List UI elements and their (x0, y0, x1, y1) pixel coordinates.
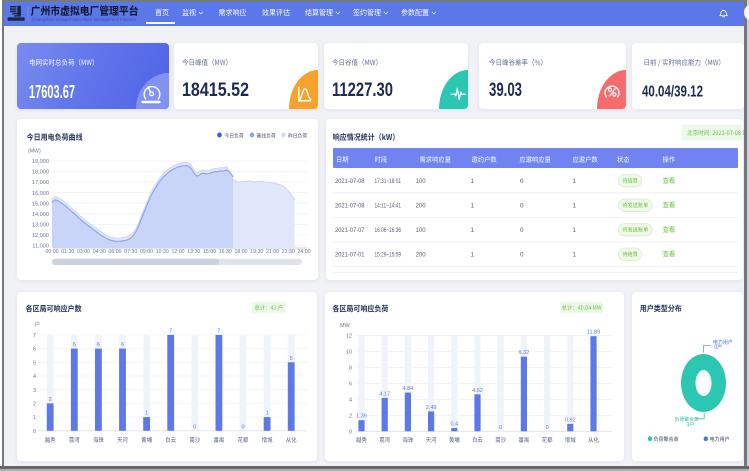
svg-text:1: 1 (573, 227, 577, 234)
svg-text:15:00: 15:00 (203, 249, 216, 255)
svg-text:10: 10 (346, 349, 352, 355)
svg-text:07:30: 07:30 (124, 249, 137, 255)
svg-text:2021-07-01: 2021-07-01 (335, 252, 365, 259)
svg-text:0: 0 (499, 425, 502, 431)
svg-text:12,000: 12,000 (32, 233, 49, 239)
svg-text:100: 100 (416, 178, 426, 185)
svg-text:6: 6 (121, 342, 124, 348)
svg-text:09:00: 09:00 (140, 249, 153, 255)
svg-text:0: 0 (546, 425, 549, 431)
svg-text:0: 0 (349, 429, 352, 435)
svg-text:3: 3 (33, 388, 36, 394)
svg-text:(MW): (MW) (28, 149, 41, 155)
svg-text:Guangzhou Virtual Power Plant: Guangzhou Virtual Power Plant Management… (32, 17, 136, 22)
svg-text:8: 8 (349, 365, 352, 371)
svg-text:14,000: 14,000 (32, 212, 49, 218)
svg-text:1: 1 (573, 252, 577, 259)
svg-text:1: 1 (33, 415, 36, 421)
svg-text:00:00: 00:00 (46, 249, 59, 255)
svg-text:19:30: 19:30 (250, 249, 263, 255)
svg-text:1: 1 (471, 227, 475, 234)
svg-text:12:00: 12:00 (172, 249, 185, 255)
svg-text:4.62: 4.62 (472, 388, 483, 394)
svg-text:1: 1 (573, 178, 577, 185)
svg-text:1: 1 (471, 178, 475, 185)
svg-text:1: 1 (573, 203, 577, 210)
svg-text:1: 1 (471, 203, 475, 210)
svg-text:0: 0 (193, 424, 196, 430)
svg-text:16:30: 16:30 (219, 249, 232, 255)
svg-text:15:29~15:59: 15:29~15:59 (375, 252, 402, 259)
svg-text:0: 0 (520, 252, 524, 259)
svg-text:1.39: 1.39 (356, 414, 367, 420)
svg-text:01:30: 01:30 (61, 249, 74, 255)
svg-text:04:30: 04:30 (93, 249, 106, 255)
svg-text:03:00: 03:00 (77, 249, 90, 255)
svg-text:12: 12 (346, 333, 352, 339)
svg-text:7: 7 (217, 328, 220, 334)
svg-text:24:00: 24:00 (298, 249, 311, 255)
svg-text:0: 0 (33, 429, 36, 435)
svg-text:6: 6 (349, 381, 352, 387)
svg-text:6: 6 (97, 342, 100, 348)
svg-text:4: 4 (349, 397, 352, 403)
svg-text:100: 100 (416, 227, 426, 234)
svg-text:10:30: 10:30 (156, 249, 169, 255)
svg-text:1: 1 (266, 411, 269, 417)
svg-text:2.49: 2.49 (426, 405, 437, 411)
svg-text:2: 2 (33, 402, 36, 408)
svg-text:2021-07-08: 2021-07-08 (335, 203, 365, 210)
svg-text:2: 2 (349, 413, 352, 419)
svg-text:16:06~16:36: 16:06~16:36 (375, 227, 402, 234)
svg-text:5: 5 (290, 356, 293, 362)
svg-text:0.4: 0.4 (450, 422, 458, 428)
svg-text:MW: MW (340, 323, 350, 329)
svg-text:1: 1 (471, 252, 475, 259)
svg-text:0: 0 (520, 178, 524, 185)
svg-text:200: 200 (416, 252, 426, 259)
svg-text:13:30: 13:30 (187, 249, 200, 255)
svg-text:16,000: 16,000 (32, 191, 49, 197)
svg-text:4: 4 (33, 374, 36, 380)
svg-text:0: 0 (241, 424, 244, 430)
svg-text:06:00: 06:00 (109, 249, 122, 255)
svg-text:4.84: 4.84 (403, 386, 414, 392)
svg-text:0.92: 0.92 (565, 417, 576, 423)
svg-text:0: 0 (520, 203, 524, 210)
svg-text:2: 2 (49, 397, 52, 403)
svg-text:18,000: 18,000 (32, 170, 49, 176)
svg-text:2021-07-07: 2021-07-07 (335, 227, 365, 234)
svg-text:2021-07-08: 2021-07-08 (335, 178, 365, 185)
svg-text:7: 7 (169, 328, 172, 334)
svg-text:11.89: 11.89 (587, 330, 600, 336)
svg-text:5: 5 (33, 360, 36, 366)
svg-text:18:00: 18:00 (235, 249, 248, 255)
svg-text:6: 6 (73, 342, 76, 348)
svg-text:1: 1 (145, 411, 148, 417)
svg-text:14:11~14:41: 14:11~14:41 (375, 203, 402, 210)
svg-text:200: 200 (416, 203, 426, 210)
svg-text:6: 6 (33, 347, 36, 353)
svg-text:17,000: 17,000 (32, 180, 49, 186)
svg-text:18415.52: 18415.52 (182, 80, 249, 101)
svg-text:0: 0 (520, 227, 524, 234)
svg-text:22:30: 22:30 (282, 249, 295, 255)
svg-text:17603.67: 17603.67 (29, 82, 75, 102)
svg-text:21:00: 21:00 (266, 249, 279, 255)
svg-text:11227.30: 11227.30 (332, 80, 393, 101)
svg-text:9.32: 9.32 (519, 350, 530, 356)
svg-text:15,000: 15,000 (32, 201, 49, 207)
svg-text:39.03: 39.03 (489, 80, 522, 101)
svg-text:4.17: 4.17 (379, 391, 390, 397)
svg-text:7: 7 (33, 333, 36, 339)
svg-text:19,000: 19,000 (32, 159, 49, 165)
svg-text:13,000: 13,000 (32, 222, 49, 228)
svg-text:40.04/39.12: 40.04/39.12 (642, 84, 703, 101)
svg-text:17:31~18:01: 17:31~18:01 (375, 178, 402, 185)
